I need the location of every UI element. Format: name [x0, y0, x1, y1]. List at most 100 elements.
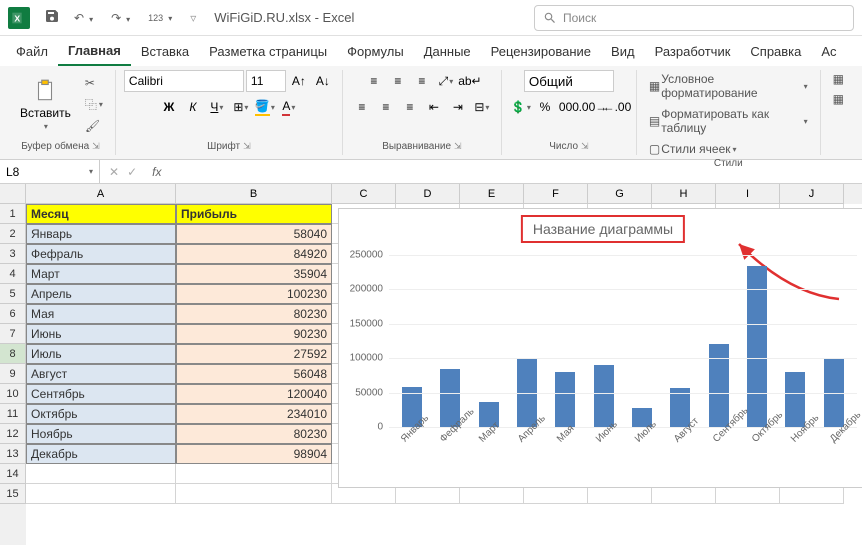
cell-A15[interactable] — [26, 484, 176, 504]
cell-A13[interactable]: Декабрь — [26, 444, 176, 464]
tab-home[interactable]: Главная — [58, 37, 131, 66]
tab-help[interactable]: Справка — [740, 38, 811, 65]
search-box[interactable]: Поиск — [534, 5, 854, 31]
column-header-I[interactable]: I — [716, 184, 780, 204]
cell-A8[interactable]: Июль — [26, 344, 176, 364]
tab-page-layout[interactable]: Разметка страницы — [199, 38, 337, 65]
cell-A2[interactable]: Январь — [26, 224, 176, 244]
decrease-decimal-icon[interactable]: ←.00 — [606, 96, 628, 118]
cell-A5[interactable]: Апрель — [26, 284, 176, 304]
copy-icon[interactable]: ⿻▾ — [81, 94, 107, 115]
cell-A7[interactable]: Июнь — [26, 324, 176, 344]
underline-icon[interactable]: Ч▾ — [206, 96, 228, 118]
column-header-D[interactable]: D — [396, 184, 460, 204]
cell-B4[interactable]: 35904 — [176, 264, 332, 284]
cell-B6[interactable]: 80230 — [176, 304, 332, 324]
increase-decimal-icon[interactable]: .00→ — [582, 96, 604, 118]
row-header-3[interactable]: 3 — [0, 244, 26, 264]
qat-overflow-icon[interactable]: ▿ — [186, 9, 200, 27]
cell-A12[interactable]: Ноябрь — [26, 424, 176, 444]
tab-file[interactable]: Файл — [6, 38, 58, 65]
cell-A11[interactable]: Октябрь — [26, 404, 176, 424]
cell-B15[interactable] — [176, 484, 332, 504]
name-box[interactable]: L8 ▾ — [0, 160, 100, 183]
cancel-formula-icon[interactable]: ✕ — [106, 165, 122, 179]
orientation-icon[interactable]: ⤢▾ — [435, 70, 457, 92]
column-header-H[interactable]: H — [652, 184, 716, 204]
chart-bar[interactable] — [594, 365, 614, 427]
row-header-5[interactable]: 5 — [0, 284, 26, 304]
chart-bar[interactable] — [555, 372, 575, 427]
cell-A9[interactable]: Август — [26, 364, 176, 384]
cell-B8[interactable]: 27592 — [176, 344, 332, 364]
row-header-1[interactable]: 1 — [0, 204, 26, 224]
cell-B7[interactable]: 90230 — [176, 324, 332, 344]
chart-bar[interactable] — [785, 372, 805, 427]
cell-A10[interactable]: Сентябрь — [26, 384, 176, 404]
cell-A1[interactable]: Месяц — [26, 204, 176, 224]
insert-cells-icon[interactable]: ▦ — [829, 70, 848, 88]
tab-overflow[interactable]: Ас — [811, 38, 846, 65]
row-header-9[interactable]: 9 — [0, 364, 26, 384]
redo-icon[interactable]: ↷▾ — [107, 9, 138, 27]
tab-formulas[interactable]: Формулы — [337, 38, 414, 65]
currency-icon[interactable]: 💲▾ — [510, 96, 532, 118]
align-right-icon[interactable]: ≡ — [399, 96, 421, 118]
cut-icon[interactable]: ✂ — [81, 74, 107, 92]
cell-B10[interactable]: 120040 — [176, 384, 332, 404]
cell-B1[interactable]: Прибыль — [176, 204, 332, 224]
format-painter-icon[interactable]: 🖌 — [81, 117, 107, 135]
save-icon[interactable] — [40, 6, 64, 29]
align-left-icon[interactable]: ≡ — [351, 96, 373, 118]
cell-B11[interactable]: 234010 — [176, 404, 332, 424]
column-header-B[interactable]: B — [176, 184, 332, 204]
conditional-formatting-button[interactable]: ▦ Условное форматирование▾ — [645, 70, 812, 102]
column-header-G[interactable]: G — [588, 184, 652, 204]
cell-A6[interactable]: Мая — [26, 304, 176, 324]
row-header-4[interactable]: 4 — [0, 264, 26, 284]
cell-B9[interactable]: 56048 — [176, 364, 332, 384]
align-middle-icon[interactable]: ≡ — [387, 70, 409, 92]
cell-B5[interactable]: 100230 — [176, 284, 332, 304]
cell-A14[interactable] — [26, 464, 176, 484]
number-format-select[interactable] — [524, 70, 614, 92]
cell-B3[interactable]: 84920 — [176, 244, 332, 264]
merge-icon[interactable]: ⊟▾ — [471, 96, 493, 118]
cell-styles-button[interactable]: ▢ Стили ячеек▾ — [645, 140, 741, 158]
row-header-12[interactable]: 12 — [0, 424, 26, 444]
font-color-icon[interactable]: A▾ — [278, 96, 300, 118]
comma-icon[interactable]: 000 — [558, 96, 580, 118]
row-header-2[interactable]: 2 — [0, 224, 26, 244]
tab-insert[interactable]: Вставка — [131, 38, 199, 65]
percent-icon[interactable]: % — [534, 96, 556, 118]
cell-B14[interactable] — [176, 464, 332, 484]
tab-developer[interactable]: Разработчик — [645, 38, 741, 65]
borders-icon[interactable]: ⊞▾ — [230, 96, 252, 118]
cell-B12[interactable]: 80230 — [176, 424, 332, 444]
decrease-indent-icon[interactable]: ⇤ — [423, 96, 445, 118]
chart-title[interactable]: Название диаграммы — [521, 215, 685, 243]
enter-formula-icon[interactable]: ✓ — [124, 165, 140, 179]
tab-review[interactable]: Рецензирование — [481, 38, 601, 65]
row-header-11[interactable]: 11 — [0, 404, 26, 424]
row-header-15[interactable]: 15 — [0, 484, 26, 504]
tab-data[interactable]: Данные — [414, 38, 481, 65]
increase-indent-icon[interactable]: ⇥ — [447, 96, 469, 118]
column-header-C[interactable]: C — [332, 184, 396, 204]
row-header-14[interactable]: 14 — [0, 464, 26, 484]
font-name-select[interactable] — [124, 70, 244, 92]
delete-cells-icon[interactable]: ▦ — [829, 90, 848, 108]
fx-icon[interactable]: fx — [146, 165, 167, 179]
decrease-font-icon[interactable]: A↓ — [312, 70, 334, 92]
cell-B2[interactable]: 58040 — [176, 224, 332, 244]
row-header-13[interactable]: 13 — [0, 444, 26, 464]
align-top-icon[interactable]: ≡ — [363, 70, 385, 92]
wrap-text-icon[interactable]: ab↵ — [459, 70, 481, 92]
column-header-E[interactable]: E — [460, 184, 524, 204]
qat-more-icon[interactable]: 123▾ — [144, 11, 180, 25]
font-size-select[interactable] — [246, 70, 286, 92]
paste-button[interactable]: Вставить ▾ — [14, 76, 77, 133]
select-all-button[interactable] — [0, 184, 26, 204]
cell-B13[interactable]: 98904 — [176, 444, 332, 464]
format-as-table-button[interactable]: ▤ Форматировать как таблицу▾ — [645, 105, 812, 137]
